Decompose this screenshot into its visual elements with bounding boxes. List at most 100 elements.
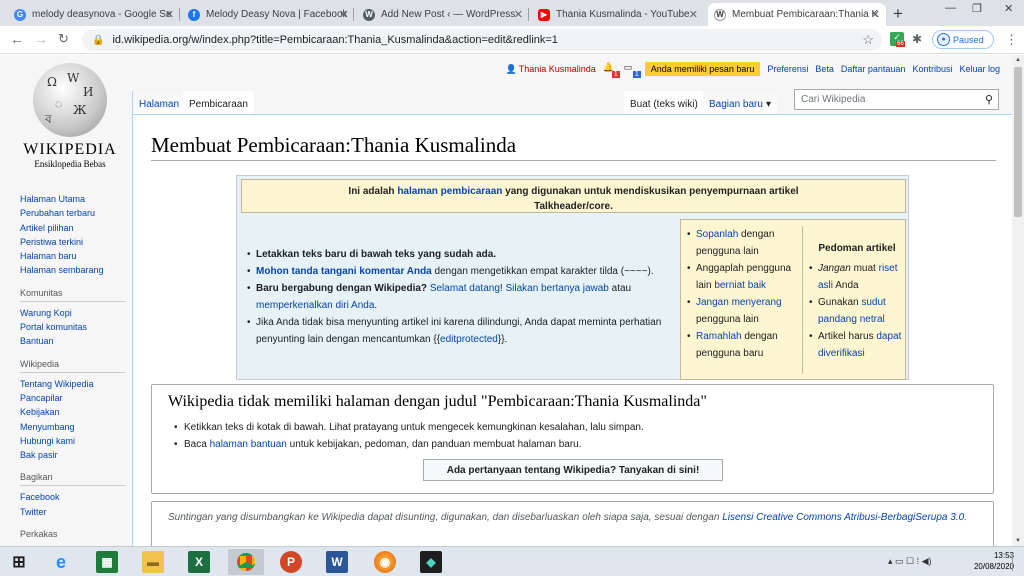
system-tray-icons[interactable]: ▴ ▭ ☐ ⁞ ◀) [888,556,932,567]
notices-tray-icon[interactable]: ▭ 1 [624,62,641,78]
scroll-down-icon[interactable]: ▼ [1015,538,1021,544]
article-guidelines: Pedoman artikel Jangan muat riset asli A… [809,240,905,362]
sidebar-item-main-page[interactable]: Halaman Utama [20,192,125,206]
sidebar-item-twitter[interactable]: Twitter [20,505,125,519]
windows-start-icon[interactable]: ⊞ [8,551,30,573]
sidebar-item-featured[interactable]: Artikel pilihan [20,221,125,235]
minimize-icon[interactable]: — [945,2,956,14]
license-text: . [964,512,967,523]
list-item: Jangan muat riset asli Anda [809,260,905,294]
ask-question-link[interactable]: Silakan bertanya jawab [505,283,608,294]
sidebar-item-facebook[interactable]: Facebook [20,490,125,504]
no-attacks-link[interactable]: Jangan menyerang [696,297,782,308]
sidebar-item-recent-changes[interactable]: Perubahan terbaru [20,206,125,220]
beta-link[interactable]: Beta [815,64,834,74]
url-text[interactable]: id.wikipedia.org/w/index.php?title=Pembi… [112,34,557,46]
show-desktop-button[interactable] [1012,553,1013,571]
logout-link[interactable]: Keluar log [959,64,1000,74]
filmora-icon[interactable]: ◆ [420,551,442,573]
talk-page-link[interactable]: halaman pembicaraan [397,186,502,197]
introduce-link[interactable]: memperkenalkan diri Anda [256,300,374,311]
tab-more-dropdown-icon[interactable]: ▾ [764,91,778,115]
sidebar-item-contact[interactable]: Hubungi kami [20,434,125,448]
tab-title: Add New Post ‹ — WordPress [381,9,516,20]
powerpoint-icon[interactable]: P [280,551,302,573]
close-icon[interactable]: ✕ [514,8,523,21]
internet-explorer-icon[interactable]: e [50,551,72,573]
browser-tab-youtube[interactable]: ▶ Thania Kusmalinda - YouTube ✕ [532,3,704,26]
kebab-menu-icon[interactable]: ⋮ [1005,32,1018,48]
browser-tab-facebook[interactable]: f Melody Deasy Nova | Facebook ✕ [182,3,354,26]
license-link[interactable]: Lisensi Creative Commons Atribusi-Berbag… [722,512,964,523]
close-icon[interactable]: ✕ [339,8,348,21]
list-item: Sopanlah dengan pengguna lain [687,226,799,260]
word-icon[interactable]: W [326,551,348,573]
new-tab-icon[interactable]: + [893,4,903,24]
etiquette-list: Sopanlah dengan pengguna lain Anggaplah … [687,226,799,362]
sidebar-item-random[interactable]: Halaman sembarang [20,263,125,277]
browser-tab-wordpress[interactable]: W Add New Post ‹ — WordPress ✕ [357,3,529,26]
editprotected-link[interactable]: editprotected [440,334,498,345]
bookmark-star-icon[interactable]: ☆ [862,32,874,48]
tab-new-section[interactable]: Bagian baru [703,91,769,115]
sidebar-item-policy[interactable]: Kebijakan [20,405,125,419]
chrome-icon[interactable] [228,549,264,575]
sign-comments-link[interactable]: Mohon tanda tangani komentar Anda [256,266,432,277]
tab-talk[interactable]: Pembicaraan [183,91,254,115]
watchlist-link[interactable]: Daftar pantauan [841,64,906,74]
reload-icon[interactable]: ↻ [58,31,69,47]
contributions-link[interactable]: Kontribusi [912,64,952,74]
browser-tab-google[interactable]: G melody deasynova - Google Se ✕ [8,3,180,26]
sidebar-item-community-portal[interactable]: Portal komunitas [20,320,125,334]
sidebar-item-help[interactable]: Bantuan [20,334,125,348]
newcomers-link[interactable]: Ramahlah [696,331,742,342]
alerts-bell-icon[interactable]: 🔔 1 [603,62,620,78]
sidebar-item-five-pillars[interactable]: Pancapilar [20,391,125,405]
back-icon[interactable]: ← [10,31,24,47]
close-icon[interactable]: ✕ [165,8,174,21]
window-close-icon[interactable]: ✕ [1004,2,1013,15]
lock-icon[interactable]: 🔒 [92,35,104,46]
close-icon[interactable]: ✕ [689,8,698,21]
restore-icon[interactable]: ❐ [972,2,982,15]
profile-paused-button[interactable]: ● Paused [932,30,994,49]
tab-create[interactable]: Buat (teks wiki) [624,91,704,115]
good-faith-link[interactable]: berniat baik [714,280,766,291]
sidebar-share: Bagikan Facebook Twitter [20,472,125,519]
page-scrollbar[interactable]: ▲ ▼ [1012,55,1024,546]
calculator-icon[interactable]: ▦ [96,551,118,573]
firefox-icon[interactable]: ◉ [374,551,396,573]
list-item: Baru bergabung dengan Wikipedia? Selamat… [247,280,679,314]
scroll-up-icon[interactable]: ▲ [1015,57,1021,63]
list-item: Anggaplah pengguna lain berniat baik [687,260,799,294]
new-message-banner[interactable]: Anda memiliki pesan baru [644,62,761,76]
sidebar-tools: Perkakas [20,529,125,542]
taskbar: ⊞ e ▦ ▬ X P W ◉ ◆ ▴ ▭ ☐ ⁞ ◀) 13:53 20/08… [0,546,1024,576]
sidebar-item-donate[interactable]: Menyumbang [20,420,125,434]
close-icon[interactable]: ✕ [871,8,880,21]
preferences-link[interactable]: Preferensi [767,64,808,74]
sidebar-item-current-events[interactable]: Peristiwa terkini [20,235,125,249]
sidebar-item-about[interactable]: Tentang Wikipedia [20,377,125,391]
forward-icon[interactable]: → [34,31,48,47]
excel-icon[interactable]: X [188,551,210,573]
url-bar[interactable]: 🔒 id.wikipedia.org/w/index.php?title=Pem… [82,29,882,51]
tab-title: Thania Kusmalinda - YouTube [556,9,690,20]
search-input[interactable]: Cari Wikipedia ⚲ [794,89,999,110]
scrollbar-thumb[interactable] [1014,67,1022,217]
sidebar-item-sandbox[interactable]: Bak pasir [20,448,125,462]
browser-tab-wikipedia[interactable]: W Membuat Pembicaraan:Thania K ✕ [708,3,886,26]
user-page-link[interactable]: Thania Kusmalinda [519,64,596,74]
welcome-link[interactable]: Selamat datang [430,283,500,294]
wikipedia-logo[interactable]: ΩW Иᜀ Жব Wikipedia Ensiklopedia Bebas [20,63,120,169]
help-page-link[interactable]: halaman bantuan [210,439,287,450]
tab-article[interactable]: Halaman [132,91,186,115]
clock[interactable]: 13:53 20/08/2020 [974,550,1014,572]
sidebar-item-village-pump[interactable]: Warung Kopi [20,306,125,320]
puzzle-icon[interactable]: ✱ [912,32,922,46]
etiquette-link[interactable]: Sopanlah [696,229,738,240]
ask-question-button[interactable]: Ada pertanyaan tentang Wikipedia? Tanyak… [423,459,723,481]
sidebar-item-new-pages[interactable]: Halaman baru [20,249,125,263]
search-icon[interactable]: ⚲ [985,93,993,106]
file-explorer-icon[interactable]: ▬ [142,551,164,573]
